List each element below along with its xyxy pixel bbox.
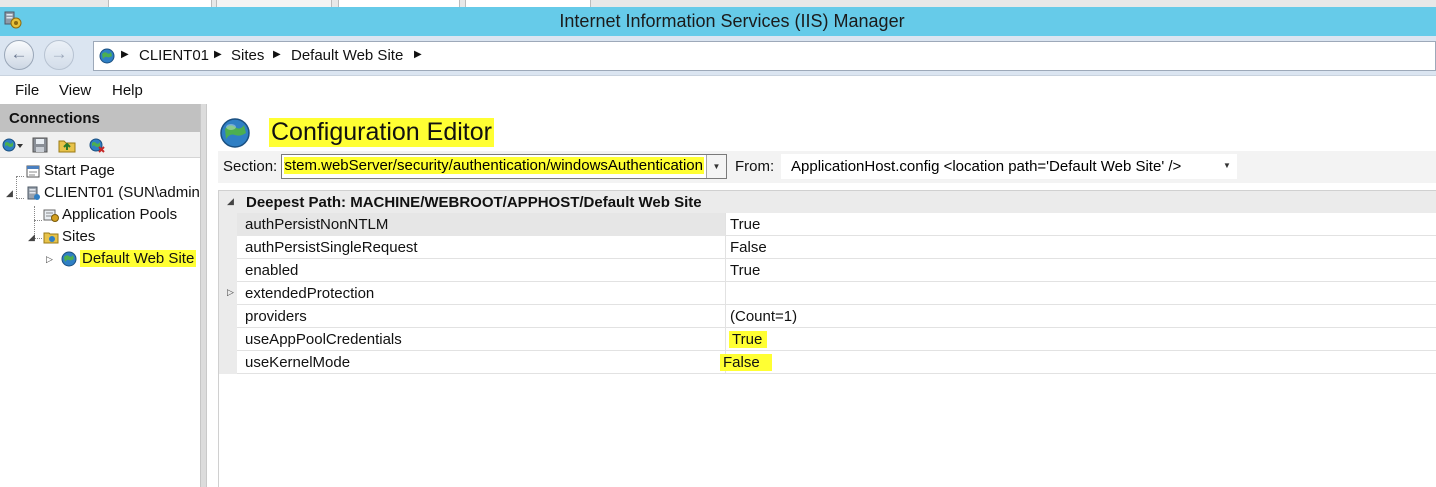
tree-collapse-icon[interactable]: ◢: [28, 232, 35, 243]
property-value: True: [729, 331, 768, 348]
title-bar: Internet Information Services (IIS) Mana…: [0, 7, 1436, 36]
menu-file[interactable]: File: [15, 82, 39, 99]
tree-guide: [34, 238, 42, 239]
tree-item-default-web-site[interactable]: Default Web Site: [61, 249, 199, 271]
configuration-editor-globe-icon: [220, 118, 250, 148]
back-button[interactable]: ←: [4, 40, 34, 70]
property-name: authPersistSingleRequest: [245, 239, 418, 256]
property-value: True: [730, 216, 761, 233]
table-row[interactable]: authPersistSingleRequest False: [219, 236, 1436, 259]
breadcrumb-default-web-site[interactable]: Default Web Site: [291, 47, 403, 64]
window-title: Internet Information Services (IIS) Mana…: [559, 11, 905, 31]
section-bar: Section: system.webServer/security/authe…: [218, 151, 1436, 183]
table-row[interactable]: providers (Count=1): [219, 305, 1436, 328]
tree-guide: [16, 176, 24, 177]
property-grid: ◢ Deepest Path: MACHINE/WEBROOT/APPHOST/…: [218, 190, 1436, 487]
page-title: Configuration Editor: [269, 118, 494, 147]
tree-guide: [16, 198, 24, 199]
menu-help[interactable]: Help: [112, 82, 143, 99]
property-name: authPersistNonNTLM: [245, 216, 389, 233]
back-arrow-icon: ←: [10, 44, 28, 63]
table-row[interactable]: enabled True: [219, 259, 1436, 282]
disconnect-icon[interactable]: [88, 137, 106, 153]
collapse-group-icon[interactable]: ◢: [227, 196, 234, 207]
tree-item-start-page[interactable]: Start Page: [25, 161, 195, 183]
tree-guide: [34, 220, 42, 221]
save-icon[interactable]: [32, 137, 48, 153]
tree-item-sites[interactable]: Sites: [43, 227, 143, 249]
tree-item-application-pools[interactable]: Application Pools: [43, 205, 198, 227]
property-value: True: [730, 262, 761, 279]
tree-item-server[interactable]: CLIENT01 (SUN\adminis: [25, 183, 200, 205]
property-value: False: [720, 354, 772, 371]
tree-label-sites: Sites: [62, 228, 96, 245]
start-page-icon: [26, 165, 40, 178]
breadcrumb-separator-icon[interactable]: ▶: [414, 49, 422, 60]
tree-label-server: CLIENT01 (SUN\adminis: [44, 184, 200, 201]
section-label: Section:: [223, 158, 278, 175]
tree-collapse-icon[interactable]: ◢: [6, 188, 13, 199]
server-icon: [27, 186, 40, 200]
connections-header: Connections: [0, 104, 200, 132]
breadcrumb-sites[interactable]: Sites: [231, 47, 264, 64]
menu-view[interactable]: View: [59, 82, 91, 99]
property-name: extendedProtection: [245, 285, 375, 302]
from-label: From:: [735, 158, 775, 175]
forward-button[interactable]: →: [44, 40, 74, 70]
chevron-down-icon[interactable]: ▼: [706, 155, 726, 178]
forward-arrow-icon: →: [50, 44, 68, 63]
property-name: useAppPoolCredentials: [245, 331, 402, 348]
property-name: providers: [245, 308, 307, 325]
grid-group-header[interactable]: ◢ Deepest Path: MACHINE/WEBROOT/APPHOST/…: [219, 191, 1436, 213]
connections-title: Connections: [9, 110, 100, 127]
property-name: useKernelMode: [245, 354, 351, 371]
breadcrumb-separator-icon[interactable]: ▶: [273, 49, 281, 60]
tree-label-application-pools: Application Pools: [62, 206, 178, 223]
property-name: enabled: [245, 262, 299, 279]
up-folder-icon[interactable]: [58, 137, 76, 153]
breadcrumb-separator-icon[interactable]: ▶: [214, 49, 222, 60]
tree-guide: [16, 176, 17, 198]
section-dropdown[interactable]: system.webServer/security/authentication…: [281, 154, 727, 179]
globe-icon: [99, 48, 115, 64]
expand-property-icon[interactable]: ▷: [227, 287, 234, 298]
tree-expand-icon[interactable]: ▷: [46, 254, 53, 265]
sites-folder-icon: [43, 232, 59, 244]
main-content: Configuration Editor Section: system.web…: [208, 104, 1436, 487]
panel-splitter[interactable]: [201, 104, 207, 487]
connect-icon[interactable]: [2, 137, 24, 153]
property-value: (Count=1): [730, 308, 798, 325]
property-value: False: [730, 239, 767, 256]
table-row[interactable]: useAppPoolCredentials True: [219, 328, 1436, 351]
menu-bar: File View Help: [0, 78, 1436, 104]
chevron-down-icon[interactable]: ▼: [1217, 154, 1237, 177]
table-row[interactable]: ▷ extendedProtection: [219, 282, 1436, 305]
section-value: system.webServer/security/authentication…: [284, 157, 704, 174]
connections-toolbar: [0, 132, 200, 158]
web-site-globe-icon: [61, 251, 77, 267]
from-value: ApplicationHost.config <location path='D…: [791, 158, 1182, 175]
navigation-bar: ← → ▶ CLIENT01 ▶ Sites ▶ Default Web Sit…: [0, 36, 1436, 76]
address-bar[interactable]: ▶ CLIENT01 ▶ Sites ▶ Default Web Site ▶: [93, 41, 1436, 71]
application-pools-icon: [43, 209, 59, 222]
table-row[interactable]: useKernelMode False: [219, 351, 1436, 374]
from-dropdown[interactable]: ApplicationHost.config <location path='D…: [781, 154, 1237, 179]
table-row[interactable]: authPersistNonNTLM True: [219, 213, 1436, 236]
tree-label-default-web-site: Default Web Site: [80, 250, 197, 267]
tree-label-start-page: Start Page: [44, 162, 115, 179]
breadcrumb-separator-icon: ▶: [121, 49, 129, 60]
deepest-path-label: Deepest Path: MACHINE/WEBROOT/APPHOST/De…: [246, 194, 702, 211]
breadcrumb-client01[interactable]: CLIENT01: [139, 47, 209, 64]
connections-panel: Connections Start Page ◢ CLIENT01 (SUN\a…: [0, 104, 201, 487]
